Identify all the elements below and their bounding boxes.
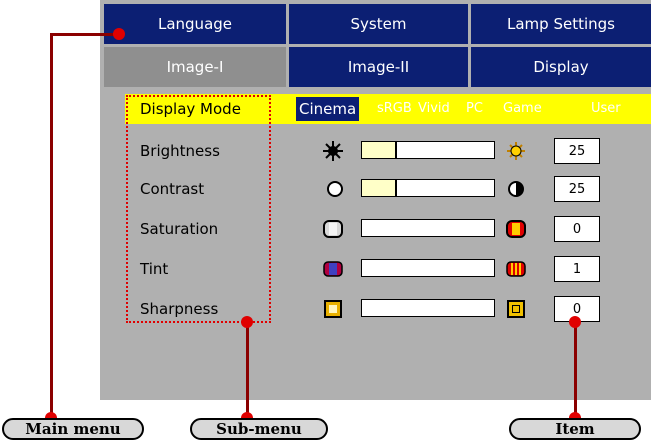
brightness-slider-fill <box>362 142 397 158</box>
contrast-slider-fill <box>362 180 397 196</box>
sub-menu-callout-label: Sub-menu <box>216 420 302 438</box>
main-menu-callout-dot <box>113 28 125 40</box>
tab-language[interactable]: Language <box>104 4 286 44</box>
tab-lamp-settings[interactable]: Lamp Settings <box>471 4 651 44</box>
item-callout-line <box>574 322 577 420</box>
saturation-slider[interactable] <box>361 219 495 237</box>
tab-system[interactable]: System <box>289 4 468 44</box>
submenu-highlight-frame <box>126 95 271 323</box>
tab-image-i[interactable]: Image-I <box>104 47 286 87</box>
item-callout: Item <box>509 418 641 440</box>
saturation-value[interactable]: 0 <box>554 216 600 242</box>
brightness-value[interactable]: 25 <box>554 138 600 164</box>
tint-slider[interactable] <box>361 259 495 277</box>
sun-small-icon <box>323 141 343 161</box>
sharpness-slider[interactable] <box>361 299 495 317</box>
main-menu-callout-line <box>50 34 53 421</box>
soft-square-icon <box>324 300 342 318</box>
circle-outline-icon <box>327 181 343 197</box>
tab-display[interactable]: Display <box>471 47 651 87</box>
mode-option-cinema[interactable]: Cinema <box>296 97 360 121</box>
color-cylinder-icon <box>506 220 526 238</box>
brightness-slider[interactable] <box>361 141 495 159</box>
tab-image-ii[interactable]: Image-II <box>289 47 468 87</box>
tint-value[interactable]: 1 <box>554 256 600 282</box>
sub-menu-callout-dot <box>241 316 253 328</box>
half-circle-icon <box>508 181 524 197</box>
tab-display-label: Display <box>533 58 589 76</box>
gray-cylinder-icon <box>323 220 343 238</box>
magenta-tint-icon <box>323 261 343 277</box>
tab-lamp-settings-label: Lamp Settings <box>507 15 615 33</box>
sun-large-icon <box>507 142 525 160</box>
item-callout-dot <box>569 316 581 328</box>
tab-image-i-label: Image-I <box>166 58 224 76</box>
mode-option-vivid[interactable]: Vivid <box>418 94 450 124</box>
contrast-value[interactable]: 25 <box>554 176 600 202</box>
main-menu-callout-line-top <box>50 33 120 36</box>
sub-menu-callout: Sub-menu <box>190 418 328 440</box>
mode-option-pc[interactable]: PC <box>466 94 483 124</box>
striped-tint-icon <box>506 261 526 277</box>
main-menu-callout-label: Main menu <box>25 420 121 438</box>
mode-option-srgb[interactable]: sRGB <box>377 94 412 124</box>
main-menu-callout: Main menu <box>2 418 144 440</box>
mode-option-user[interactable]: User <box>591 94 621 124</box>
contrast-slider[interactable] <box>361 179 495 197</box>
mode-option-game[interactable]: Game <box>503 94 542 124</box>
item-callout-label: Item <box>555 420 595 438</box>
tab-system-label: System <box>350 15 407 33</box>
tab-language-label: Language <box>157 15 233 33</box>
sub-menu-callout-line <box>246 322 249 420</box>
tab-image-ii-label: Image-II <box>347 58 410 76</box>
sharp-square-icon <box>507 300 525 318</box>
